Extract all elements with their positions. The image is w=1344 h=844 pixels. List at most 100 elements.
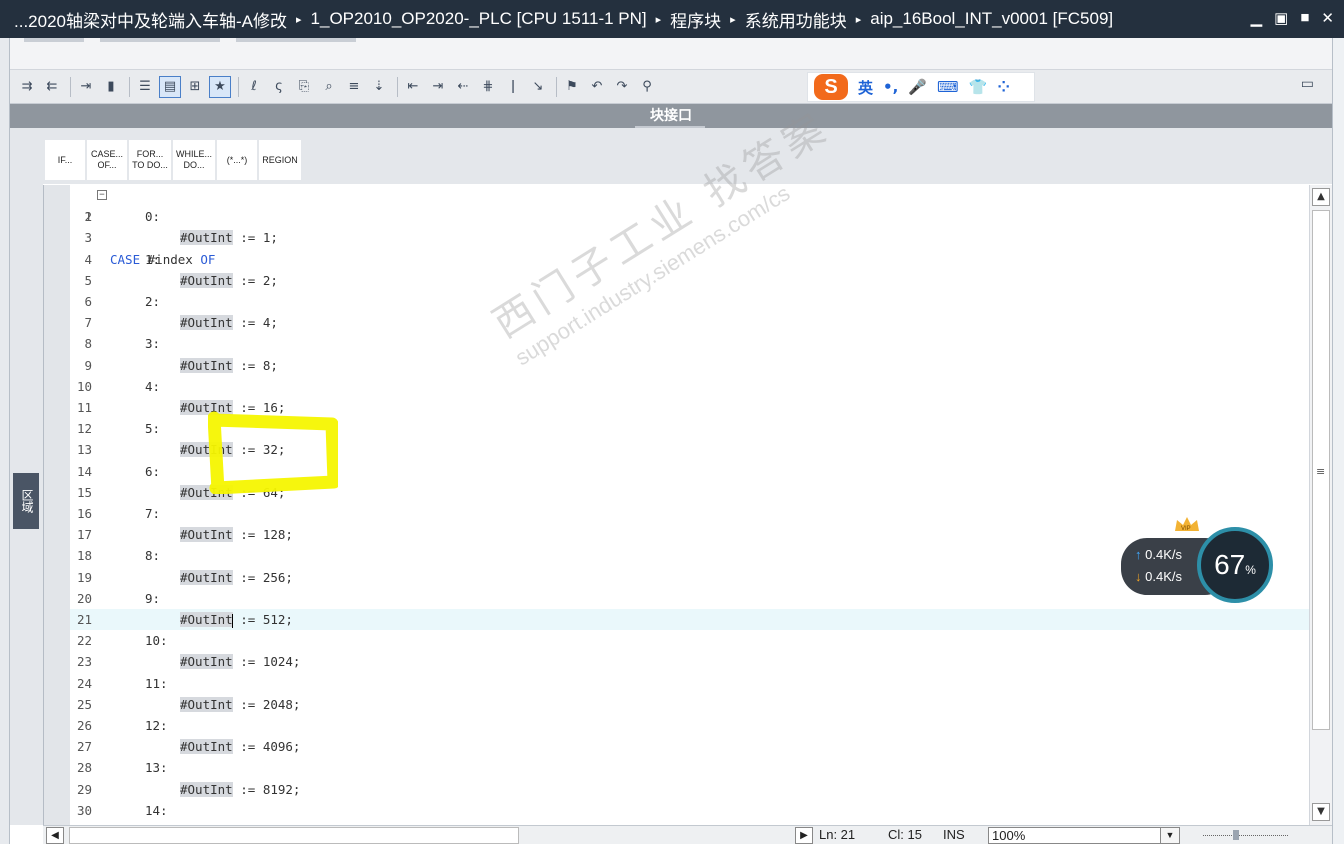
palette-region[interactable]: REGION	[259, 140, 301, 180]
close-icon[interactable]: ✕	[1321, 9, 1334, 27]
minimize-icon[interactable]: ▁	[1251, 9, 1263, 27]
code-line[interactable]: 10 4:	[70, 376, 1309, 397]
maximize-icon[interactable]: ■	[1300, 9, 1309, 27]
search-icon[interactable]: ⚲	[636, 76, 658, 98]
clear-icon[interactable]: ▮	[100, 76, 122, 98]
zoom-select[interactable]: 100% ▼	[988, 827, 1180, 844]
goto-icon[interactable]: ⚑	[561, 76, 583, 98]
scroll-right-icon[interactable]: ▶	[795, 827, 813, 844]
code-line[interactable]: 7 #OutInt := 4;	[70, 312, 1309, 333]
code-line[interactable]: 6 2:	[70, 291, 1309, 312]
scroll-left-icon[interactable]: ◀	[46, 827, 64, 844]
code-line[interactable]: 28 13:	[70, 757, 1309, 778]
value-literal: 4	[262, 315, 271, 331]
align-icon[interactable]: ⇠	[452, 76, 474, 98]
outdent-icon[interactable]: ⇥	[427, 76, 449, 98]
block-interface-bar[interactable]: 块接口	[10, 104, 1332, 132]
symbolic-icon[interactable]: ▤	[159, 75, 181, 98]
compile-icon[interactable]: ⇣	[368, 76, 390, 98]
keyboard-icon[interactable]: ⌨	[937, 78, 959, 96]
punctuation-icon[interactable]: •,	[883, 78, 898, 96]
indent-icon[interactable]: ⇤	[402, 76, 424, 98]
prev-icon[interactable]: ↶	[586, 76, 608, 98]
code-line[interactable]: 13 #OutInt := 32;	[70, 439, 1309, 460]
horizontal-scroll-thumb[interactable]	[69, 827, 519, 844]
chevron-down-icon[interactable]: ▼	[1160, 827, 1180, 844]
vip-crown-icon: VIP	[1175, 517, 1199, 532]
palette-if[interactable]: IF...	[45, 140, 85, 180]
sogou-logo-icon[interactable]: S	[814, 74, 848, 100]
right-task-cards[interactable]	[1332, 38, 1344, 844]
code-line[interactable]: 1 − CASE #index OF	[70, 185, 1309, 267]
code-line[interactable]: 23 #OutInt := 1024;	[70, 651, 1309, 672]
breadcrumb-plc[interactable]: 1_OP2010_OP2020-_PLC [CPU 1511-1 PN]	[311, 9, 647, 29]
code-line[interactable]: 5 #OutInt := 2;	[70, 270, 1309, 291]
comment-icon[interactable]: ≡	[343, 76, 365, 98]
layout-icon[interactable]: ▭	[1301, 76, 1314, 92]
code-line[interactable]: 11 #OutInt := 16;	[70, 397, 1309, 418]
vertical-scrollbar[interactable]: ▲ ≡ ▼	[1309, 185, 1332, 825]
code-editor[interactable]: 1 − CASE #index OF 2 0: 3 #OutInt := 1; 4 1: 5…	[43, 185, 1309, 825]
insert-network-icon[interactable]: ⇉	[16, 76, 38, 98]
zoom-slider-knob[interactable]	[1233, 830, 1239, 840]
region-panel-tab[interactable]: 区域	[13, 473, 39, 529]
zoom-slider[interactable]	[1203, 830, 1288, 840]
breakpoint-clear-icon[interactable]: ς	[268, 76, 290, 98]
code-line[interactable]: 3 #OutInt := 1;	[70, 227, 1309, 248]
case-label: 9:	[145, 590, 161, 606]
code-line[interactable]: 2 0:	[70, 206, 1309, 227]
code-line[interactable]: 9 #OutInt := 8;	[70, 355, 1309, 376]
value-literal: 16	[262, 400, 278, 415]
go-icon[interactable]: ↘	[527, 76, 549, 98]
breadcrumb-block[interactable]: aip_16Bool_INT_v0001 [FC509]	[870, 9, 1113, 29]
code-line[interactable]: 24 11:	[70, 673, 1309, 694]
bookmark-icon[interactable]: ǀ	[502, 76, 524, 98]
code-line[interactable]: 22 10:	[70, 630, 1309, 651]
code-line[interactable]: 15 #OutInt := 64;	[70, 482, 1309, 503]
code-line[interactable]: 21 #OutInt := 512;	[70, 609, 1309, 631]
scroll-up-icon[interactable]: ▲	[1312, 188, 1330, 206]
toolbox-icon[interactable]: ⁘	[997, 78, 1010, 96]
code-line[interactable]: 30 14:	[70, 800, 1309, 821]
breadcrumb-system-blocks[interactable]: 系统用功能块	[745, 7, 847, 32]
code-line[interactable]: 29 #OutInt := 8192;	[70, 779, 1309, 800]
code-line[interactable]: 25 #OutInt := 2048;	[70, 694, 1309, 715]
code-line[interactable]: 12 5:	[70, 418, 1309, 439]
step-icon[interactable]: ⎘	[293, 76, 315, 98]
code-text: 14:	[145, 800, 168, 821]
code-line[interactable]: 16 7:	[70, 503, 1309, 524]
palette-case[interactable]: CASE... OF...	[87, 140, 127, 180]
format-icon[interactable]: ⋕	[477, 76, 499, 98]
editor-tab-stub[interactable]	[236, 38, 356, 42]
insert-row-icon[interactable]: ⇥	[75, 76, 97, 98]
monitor-icon[interactable]: ⊞	[184, 76, 206, 98]
code-line[interactable]: 8 3:	[70, 333, 1309, 354]
skin-icon[interactable]: 👕	[969, 78, 988, 96]
variable: #OutInt	[180, 696, 233, 712]
value-literal: 1	[262, 230, 271, 246]
breadcrumb-project[interactable]: ...2020轴梁对中及轮端入车轴-A修改	[14, 7, 287, 32]
network-speed-widget[interactable]: ↑ 0.4K/s ↓ 0.4K/s 67% VIP	[1121, 517, 1273, 603]
restore-icon[interactable]: ▣	[1274, 9, 1288, 27]
next-icon[interactable]: ↷	[611, 76, 633, 98]
ime-language[interactable]: 英	[858, 77, 873, 98]
editor-tab-stub[interactable]	[100, 38, 220, 42]
watch-icon[interactable]: ⌕	[318, 76, 340, 98]
breadcrumb-program-blocks[interactable]: 程序块	[670, 7, 721, 32]
favorite-icon[interactable]: ★	[209, 75, 231, 98]
editor-tab-stub[interactable]	[24, 38, 84, 42]
breakpoint-icon[interactable]: ℓ	[243, 76, 265, 98]
code-line[interactable]: 26 12:	[70, 715, 1309, 736]
microphone-icon[interactable]: 🎤	[908, 78, 927, 96]
code-line[interactable]: 27 #OutInt := 4096;	[70, 736, 1309, 757]
code-line[interactable]: 14 6:	[70, 461, 1309, 482]
code-line[interactable]: 4 1:	[70, 249, 1309, 270]
scroll-down-icon[interactable]: ▼	[1312, 803, 1330, 821]
code-text: #OutInt := 16;	[180, 400, 286, 415]
palette-comment[interactable]: (*...*)	[217, 140, 257, 180]
absolute-icon[interactable]: ☰	[134, 76, 156, 98]
palette-while[interactable]: WHILE... DO...	[173, 140, 215, 180]
fold-toggle-icon[interactable]: −	[97, 190, 107, 200]
palette-for[interactable]: FOR... TO DO...	[129, 140, 171, 180]
delete-network-icon[interactable]: ⇇	[41, 76, 63, 98]
